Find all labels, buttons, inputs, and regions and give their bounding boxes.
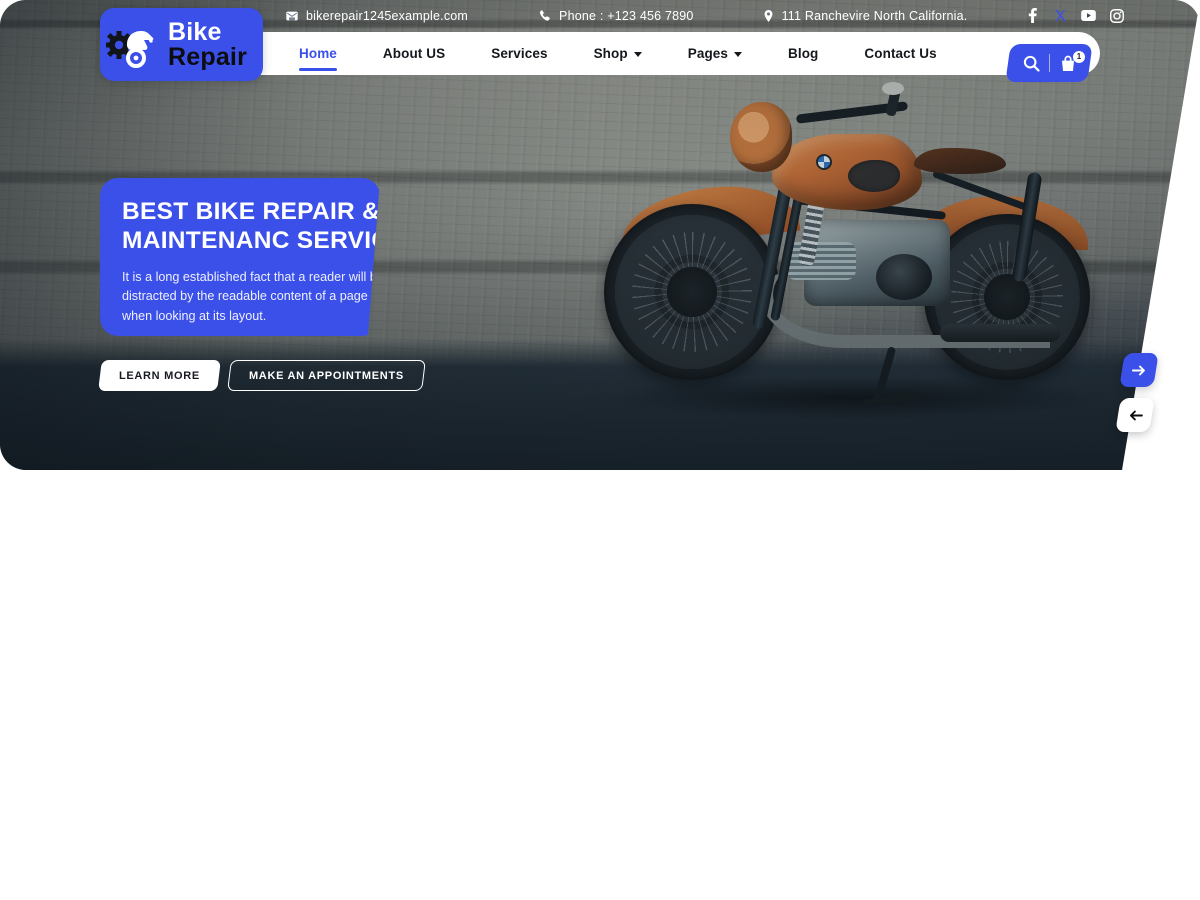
nav-item-services-label: Services — [491, 46, 548, 61]
brand-logo-text: Bike Repair — [168, 18, 248, 71]
nav-item-blog-label: Blog — [788, 46, 819, 61]
make-appointment-button[interactable]: MAKE AN APPOINTMENTS — [227, 360, 426, 391]
envelope-icon — [286, 11, 298, 20]
nav-item-pages-label: Pages — [687, 46, 729, 61]
social-links — [1025, 8, 1124, 23]
cart-count-badge: 1 — [1072, 51, 1085, 63]
arrow-right-icon — [1131, 365, 1145, 375]
brand-name-line1: Bike — [168, 18, 222, 47]
brand-logo[interactable]: Bike Repair — [100, 8, 263, 81]
contact-phone[interactable]: Phone : +123 456 7890 — [538, 9, 694, 23]
main-navigation: Home About US Services Shop Pages Blog C… — [180, 32, 1100, 75]
nav-item-list: Home About US Services Shop Pages Blog C… — [276, 32, 960, 75]
arrow-left-icon — [1129, 410, 1143, 420]
contact-email[interactable]: bikerepair1245example.com — [285, 9, 468, 23]
hero-paragraph: It is a long established fact that a rea… — [122, 270, 384, 323]
contact-phone-text: Phone : +123 456 7890 — [559, 8, 694, 23]
chevron-down-icon — [633, 52, 642, 57]
search-icon — [1022, 55, 1039, 72]
phone-icon — [539, 9, 550, 21]
hero-prev-slide-button[interactable] — [1115, 398, 1155, 432]
nav-item-about-us-label: About US — [382, 46, 446, 61]
nav-item-contact-us-label: Contact Us — [864, 46, 937, 61]
search-button[interactable] — [1013, 44, 1049, 82]
hero-next-slide-button[interactable] — [1119, 353, 1159, 387]
learn-more-label: LEARN MORE — [119, 369, 200, 382]
nav-item-services[interactable]: Services — [468, 32, 570, 75]
nav-item-shop-label: Shop — [593, 46, 628, 61]
motorcycle-illustration — [600, 82, 1120, 426]
facebook-icon[interactable] — [1025, 8, 1040, 23]
bike-gear-logo-icon — [105, 19, 166, 71]
nav-item-shop[interactable]: Shop — [571, 32, 665, 75]
hero-text-panel: BEST BIKE REPAIR & MAINTENANC SERVICES It… — [100, 178, 380, 336]
nav-item-pages[interactable]: Pages — [665, 32, 765, 75]
nav-item-about-us[interactable]: About US — [360, 32, 468, 75]
youtube-icon[interactable] — [1081, 8, 1097, 23]
map-pin-icon — [764, 9, 772, 22]
nav-item-blog[interactable]: Blog — [765, 32, 841, 75]
hero-section: BEST BIKE REPAIR & MAINTENANC SERVICES It… — [0, 0, 1200, 470]
contact-address[interactable]: 111 Ranchevire North California. — [762, 9, 968, 23]
learn-more-button[interactable]: LEARN MORE — [98, 360, 221, 391]
twitter-x-icon[interactable] — [1053, 8, 1068, 23]
contact-address-text: 111 Ranchevire North California. — [781, 8, 968, 23]
contact-email-text: bikerepair1245example.com — [306, 8, 469, 23]
hero-button-group: LEARN MORE MAKE AN APPOINTMENTS — [98, 360, 426, 391]
nav-item-home-label: Home — [299, 46, 337, 61]
cart-button[interactable]: 1 — [1050, 44, 1086, 82]
hero-title: BEST BIKE REPAIR & MAINTENANC SERVICES — [122, 198, 423, 254]
make-appointment-label: MAKE AN APPOINTMENTS — [248, 369, 404, 382]
chevron-down-icon — [734, 52, 743, 57]
instagram-icon[interactable] — [1109, 8, 1124, 23]
header-actions: 1 — [1005, 44, 1093, 82]
nav-item-contact-us[interactable]: Contact Us — [841, 32, 959, 75]
nav-item-home[interactable]: Home — [276, 32, 360, 75]
hero-slider-controls — [1115, 353, 1159, 432]
brand-name-line2: Repair — [168, 42, 248, 71]
